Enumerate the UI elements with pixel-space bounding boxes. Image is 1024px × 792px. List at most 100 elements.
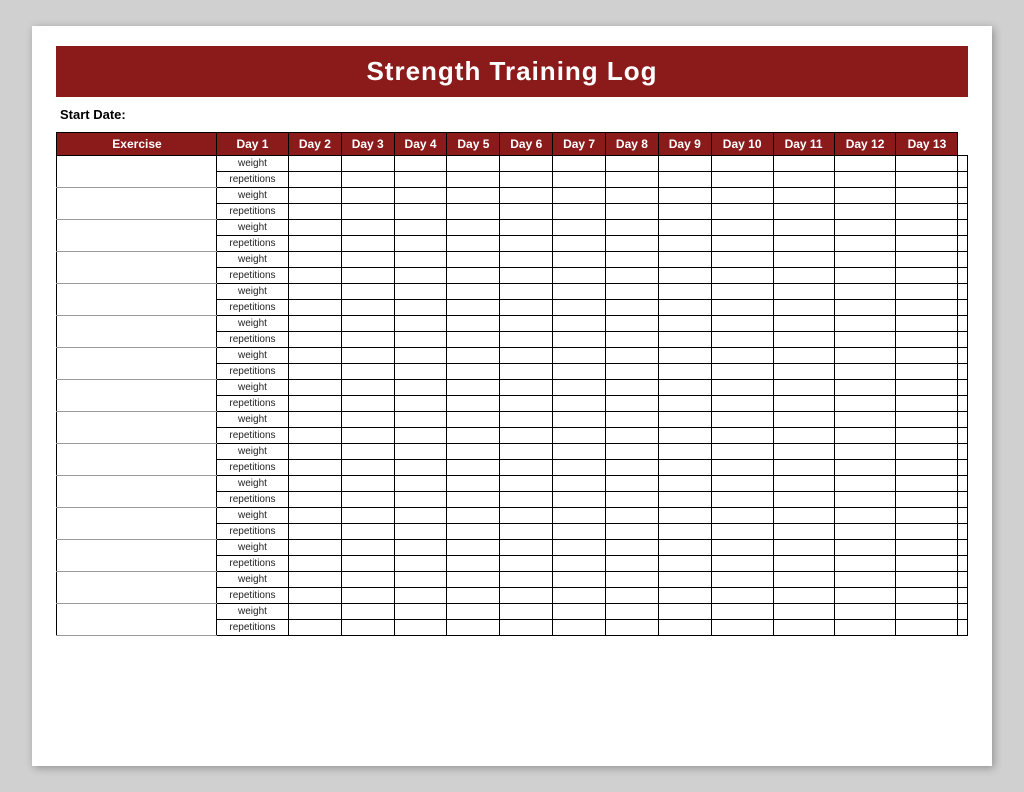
exercise-5-weight-day1[interactable] — [288, 284, 341, 300]
exercise-15-name[interactable] — [57, 604, 217, 636]
exercise-4-weight-day6[interactable] — [553, 252, 606, 268]
exercise-10-weight-day13[interactable] — [958, 444, 968, 460]
exercise-8-rep-day9[interactable] — [711, 396, 773, 412]
exercise-9-weight-day11[interactable] — [834, 412, 896, 428]
exercise-9-weight-day13[interactable] — [958, 412, 968, 428]
exercise-7-weight-day6[interactable] — [553, 348, 606, 364]
exercise-5-weight-day9[interactable] — [711, 284, 773, 300]
exercise-7-rep-day7[interactable] — [606, 364, 659, 380]
exercise-12-rep-day7[interactable] — [606, 524, 659, 540]
exercise-2-rep-day2[interactable] — [341, 204, 394, 220]
exercise-10-rep-day8[interactable] — [658, 460, 711, 476]
exercise-2-weight-day1[interactable] — [288, 188, 341, 204]
exercise-10-rep-day3[interactable] — [394, 460, 447, 476]
exercise-4-rep-day7[interactable] — [606, 268, 659, 284]
exercise-14-weight-day1[interactable] — [288, 572, 341, 588]
exercise-3-rep-day2[interactable] — [341, 236, 394, 252]
exercise-7-weight-day13[interactable] — [958, 348, 968, 364]
exercise-6-rep-day8[interactable] — [658, 332, 711, 348]
exercise-9-weight-day3[interactable] — [394, 412, 447, 428]
exercise-1-rep-day11[interactable] — [834, 172, 896, 188]
exercise-8-weight-day7[interactable] — [606, 380, 659, 396]
exercise-15-weight-day9[interactable] — [711, 604, 773, 620]
exercise-4-rep-day1[interactable] — [288, 268, 341, 284]
exercise-8-weight-day13[interactable] — [958, 380, 968, 396]
exercise-14-rep-day11[interactable] — [834, 588, 896, 604]
exercise-4-rep-day13[interactable] — [958, 268, 968, 284]
exercise-7-weight-day5[interactable] — [500, 348, 553, 364]
exercise-13-rep-day9[interactable] — [711, 556, 773, 572]
exercise-13-weight-day1[interactable] — [288, 540, 341, 556]
exercise-3-weight-day13[interactable] — [958, 220, 968, 236]
exercise-10-rep-day12[interactable] — [896, 460, 958, 476]
exercise-11-rep-day8[interactable] — [658, 492, 711, 508]
exercise-6-rep-day7[interactable] — [606, 332, 659, 348]
exercise-1-weight-day10[interactable] — [773, 156, 834, 172]
exercise-15-weight-day1[interactable] — [288, 604, 341, 620]
exercise-6-rep-day5[interactable] — [500, 332, 553, 348]
exercise-15-rep-day9[interactable] — [711, 620, 773, 636]
exercise-3-rep-day8[interactable] — [658, 236, 711, 252]
exercise-11-rep-day10[interactable] — [773, 492, 834, 508]
exercise-14-rep-day2[interactable] — [341, 588, 394, 604]
exercise-9-weight-day2[interactable] — [341, 412, 394, 428]
exercise-8-weight-day10[interactable] — [773, 380, 834, 396]
exercise-4-rep-day12[interactable] — [896, 268, 958, 284]
exercise-15-rep-day5[interactable] — [500, 620, 553, 636]
exercise-6-weight-day4[interactable] — [447, 316, 500, 332]
exercise-5-weight-day6[interactable] — [553, 284, 606, 300]
exercise-8-rep-day2[interactable] — [341, 396, 394, 412]
exercise-3-weight-day2[interactable] — [341, 220, 394, 236]
exercise-2-weight-day7[interactable] — [606, 188, 659, 204]
exercise-15-rep-day2[interactable] — [341, 620, 394, 636]
exercise-1-weight-day3[interactable] — [394, 156, 447, 172]
exercise-15-weight-day13[interactable] — [958, 604, 968, 620]
exercise-2-rep-day8[interactable] — [658, 204, 711, 220]
exercise-11-weight-day11[interactable] — [834, 476, 896, 492]
exercise-3-name[interactable] — [57, 220, 217, 252]
exercise-12-weight-day5[interactable] — [500, 508, 553, 524]
exercise-13-rep-day2[interactable] — [341, 556, 394, 572]
exercise-15-rep-day1[interactable] — [288, 620, 341, 636]
exercise-15-rep-day10[interactable] — [773, 620, 834, 636]
exercise-1-weight-day9[interactable] — [711, 156, 773, 172]
exercise-3-rep-day5[interactable] — [500, 236, 553, 252]
exercise-6-rep-day6[interactable] — [553, 332, 606, 348]
exercise-14-rep-day3[interactable] — [394, 588, 447, 604]
exercise-15-weight-day6[interactable] — [553, 604, 606, 620]
exercise-6-weight-day1[interactable] — [288, 316, 341, 332]
exercise-12-rep-day10[interactable] — [773, 524, 834, 540]
exercise-2-rep-day11[interactable] — [834, 204, 896, 220]
exercise-9-weight-day6[interactable] — [553, 412, 606, 428]
exercise-7-rep-day5[interactable] — [500, 364, 553, 380]
exercise-12-weight-day8[interactable] — [658, 508, 711, 524]
exercise-6-weight-day8[interactable] — [658, 316, 711, 332]
exercise-10-rep-day11[interactable] — [834, 460, 896, 476]
exercise-5-rep-day11[interactable] — [834, 300, 896, 316]
exercise-8-weight-day12[interactable] — [896, 380, 958, 396]
exercise-9-rep-day6[interactable] — [553, 428, 606, 444]
exercise-14-rep-day12[interactable] — [896, 588, 958, 604]
exercise-1-rep-day10[interactable] — [773, 172, 834, 188]
exercise-12-rep-day9[interactable] — [711, 524, 773, 540]
exercise-10-weight-day4[interactable] — [447, 444, 500, 460]
exercise-7-weight-day10[interactable] — [773, 348, 834, 364]
exercise-6-weight-day7[interactable] — [606, 316, 659, 332]
exercise-15-weight-day5[interactable] — [500, 604, 553, 620]
exercise-7-rep-day6[interactable] — [553, 364, 606, 380]
exercise-7-weight-day9[interactable] — [711, 348, 773, 364]
exercise-14-rep-day9[interactable] — [711, 588, 773, 604]
exercise-10-weight-day8[interactable] — [658, 444, 711, 460]
exercise-10-rep-day1[interactable] — [288, 460, 341, 476]
exercise-11-rep-day13[interactable] — [958, 492, 968, 508]
exercise-7-weight-day11[interactable] — [834, 348, 896, 364]
exercise-3-rep-day3[interactable] — [394, 236, 447, 252]
exercise-5-weight-day12[interactable] — [896, 284, 958, 300]
exercise-15-weight-day8[interactable] — [658, 604, 711, 620]
exercise-7-weight-day1[interactable] — [288, 348, 341, 364]
exercise-9-rep-day11[interactable] — [834, 428, 896, 444]
exercise-11-weight-day6[interactable] — [553, 476, 606, 492]
exercise-13-weight-day6[interactable] — [553, 540, 606, 556]
exercise-2-rep-day9[interactable] — [711, 204, 773, 220]
exercise-1-rep-day7[interactable] — [606, 172, 659, 188]
